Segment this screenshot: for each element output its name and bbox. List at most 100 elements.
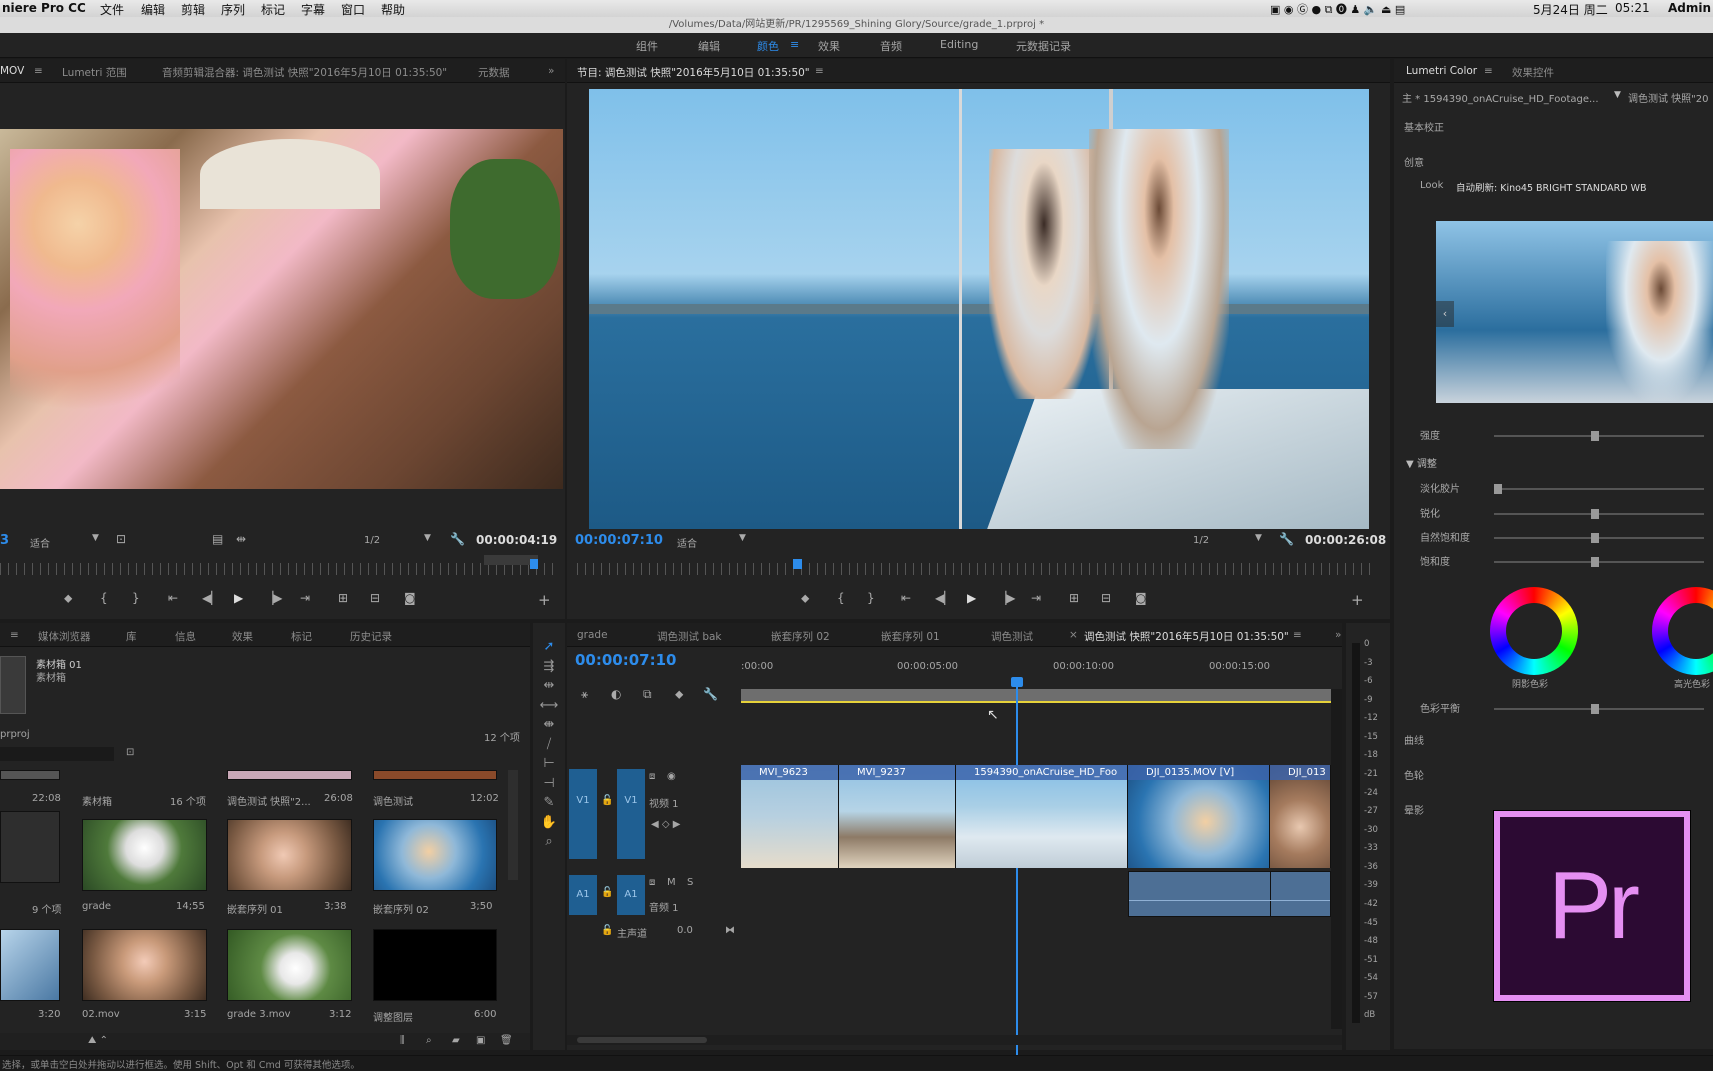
clip-mvi-9623[interactable]: MVI_9623 (741, 765, 839, 868)
menu-help[interactable]: 帮助 (381, 1, 405, 18)
source-playhead[interactable] (530, 559, 538, 569)
item-thumb-9[interactable] (82, 929, 207, 1001)
item-name-7[interactable]: 嵌套序列 02 (373, 901, 429, 916)
bin-thumbnail[interactable] (0, 656, 26, 714)
program-scrubber[interactable] (577, 563, 1377, 575)
item-thumb-10[interactable] (227, 929, 352, 1001)
item-thumb-4[interactable] (0, 811, 60, 883)
tab-libraries[interactable]: 库 (126, 629, 137, 644)
item-name-11[interactable]: 调整图层 (373, 1009, 413, 1024)
slider-knob[interactable] (1494, 484, 1502, 494)
menu-icon[interactable]: ≡ (815, 65, 824, 77)
lift-icon[interactable]: ⊞ (1069, 591, 1079, 605)
step-back-icon[interactable]: ◀▏ (202, 591, 220, 605)
status-icons[interactable]: ▣ ◉ Ⓖ ● ⧉ ⓿ ♟ 🔈 ⏏ ▤ (1270, 1, 1405, 17)
section-curves[interactable]: 曲线 (1404, 732, 1424, 747)
tab-audio-mixer[interactable]: 音频剪辑混合器: 调色测试 快照"2016年5月10日 01:35:50" (162, 65, 447, 80)
tab-nested-01[interactable]: 嵌套序列 01 (881, 629, 940, 644)
lumetri-sequence-clip[interactable]: 调色测试 快照"20 (1628, 90, 1709, 105)
extract-icon[interactable]: ⊟ (1101, 591, 1111, 605)
play-icon[interactable]: ▶ (967, 591, 976, 605)
menu-clip[interactable]: 剪辑 (181, 1, 205, 18)
chevron-down-icon[interactable]: ▼ (1614, 90, 1621, 100)
wrench-icon[interactable]: 🔧 (703, 687, 718, 701)
source-patch-v1[interactable]: V1 (569, 769, 597, 859)
item-name-5[interactable]: grade (82, 901, 111, 912)
export-frame-icon[interactable]: ⊡ (116, 532, 126, 546)
tab-seq-bak[interactable]: 调色测试 bak (657, 629, 722, 644)
new-bin-icon[interactable]: ⊡ (126, 747, 134, 758)
tab-metadata[interactable]: 元数据 (478, 65, 510, 80)
play-icon[interactable]: ▶ (234, 591, 243, 605)
tab-markers[interactable]: 标记 (291, 629, 312, 644)
camera-icon[interactable]: ◙ (404, 591, 416, 605)
slip-tool-icon[interactable]: ⊢ (539, 754, 559, 774)
ripple-edit-tool-icon[interactable]: ⇹ (539, 676, 559, 696)
source-fit-select[interactable]: 适合 (30, 535, 50, 550)
item-thumb-2[interactable] (227, 770, 352, 780)
chevron-down-icon[interactable]: ▼ (424, 533, 431, 543)
chevron-down-icon[interactable]: ▼ (739, 533, 746, 543)
tab-media-browser[interactable]: 媒体浏览器 (38, 629, 91, 644)
menu-user[interactable]: Admin (1668, 1, 1711, 15)
program-playhead[interactable] (793, 559, 802, 569)
slider-knob[interactable] (1590, 533, 1599, 543)
tab-program[interactable]: 节目: 调色测试 快照"2016年5月10日 01:35:50" (577, 65, 810, 80)
source-patch-a1[interactable]: A1 (569, 875, 597, 915)
menu-icon[interactable]: ≡ (34, 65, 43, 77)
ws-editing-en[interactable]: Editing (940, 38, 978, 51)
mark-in-icon[interactable]: { (100, 591, 108, 605)
shadow-tint-wheel[interactable] (1490, 587, 1578, 675)
slider-knob[interactable] (1590, 431, 1599, 441)
insert-icon[interactable]: ⊞ (338, 591, 348, 605)
ws-editing[interactable]: 编辑 (698, 38, 720, 54)
color-balance-slider[interactable] (1494, 704, 1704, 714)
menu-edit[interactable]: 编辑 (141, 1, 165, 18)
item-name-3[interactable]: 调色测试 (373, 793, 413, 808)
tab-effect-controls[interactable]: 效果控件 (1512, 65, 1554, 80)
ws-menu-icon[interactable]: ≡ (790, 38, 799, 51)
item-name-6[interactable]: 嵌套序列 01 (227, 901, 283, 916)
mark-out-icon[interactable]: } (867, 591, 875, 605)
section-creative[interactable]: 创意 (1404, 154, 1424, 169)
goto-in-icon[interactable]: ⇤ (901, 591, 911, 605)
add-marker-icon[interactable]: ⬥ (675, 687, 683, 702)
saturation-slider[interactable] (1494, 557, 1704, 567)
sharpen-slider[interactable] (1494, 509, 1704, 519)
rolling-edit-tool-icon[interactable]: ⟷ (539, 696, 559, 716)
overflow-icon[interactable]: » (548, 65, 554, 77)
tab-effects[interactable]: 效果 (232, 629, 253, 644)
menu-window[interactable]: 窗口 (341, 1, 365, 18)
lock-icon[interactable]: 🔓 (601, 887, 613, 898)
app-name[interactable]: niere Pro CC (2, 1, 86, 15)
playhead-handle[interactable] (1011, 677, 1023, 687)
section-basic-correction[interactable]: 基本校正 (1404, 119, 1444, 134)
zoom-slider-icon[interactable]: ⛰ ⌃ (88, 1035, 108, 1046)
razor-tool-icon[interactable]: ⧸ (539, 735, 559, 755)
snap-icon[interactable]: ⚹ (581, 687, 588, 702)
section-vignette[interactable]: 晕影 (1404, 802, 1424, 817)
ws-color[interactable]: 颜色 (757, 38, 779, 54)
keyframe-nav-icon[interactable]: ◀ ◇ ▶ (651, 819, 680, 830)
vibrance-slider[interactable] (1494, 533, 1704, 543)
track-target-a1[interactable]: A1 (617, 875, 645, 915)
step-forward-icon[interactable]: ▕▶ (997, 591, 1015, 605)
step-forward-icon[interactable]: ▕▶ (264, 591, 282, 605)
faded-film-slider[interactable] (1494, 484, 1704, 494)
intensity-slider[interactable] (1494, 431, 1704, 441)
trash-icon[interactable]: 🗑 (500, 1035, 513, 1046)
tab-history[interactable]: 历史记录 (350, 629, 392, 644)
search-icon[interactable]: ⌕ (426, 1035, 432, 1046)
master-volume[interactable]: 0.0 (677, 925, 693, 936)
program-resolution-select[interactable]: 1/2 (1193, 535, 1209, 546)
hscroll-thumb[interactable] (577, 1037, 707, 1043)
close-icon[interactable]: × (1069, 629, 1078, 641)
rate-stretch-tool-icon[interactable]: ⇼ (539, 715, 559, 735)
tab-color-test-snapshot[interactable]: 调色测试 快照"2016年5月10日 01:35:50" (1084, 629, 1289, 644)
overflow-icon[interactable]: » (1335, 629, 1341, 641)
ws-metadata[interactable]: 元数据记录 (1016, 38, 1071, 54)
lock-icon[interactable]: 🔓 (601, 925, 613, 936)
goto-out-icon[interactable]: ⇥ (1031, 591, 1041, 605)
overwrite-icon[interactable]: ⊟ (370, 591, 380, 605)
new-item-icon[interactable]: ▣ (476, 1035, 485, 1046)
